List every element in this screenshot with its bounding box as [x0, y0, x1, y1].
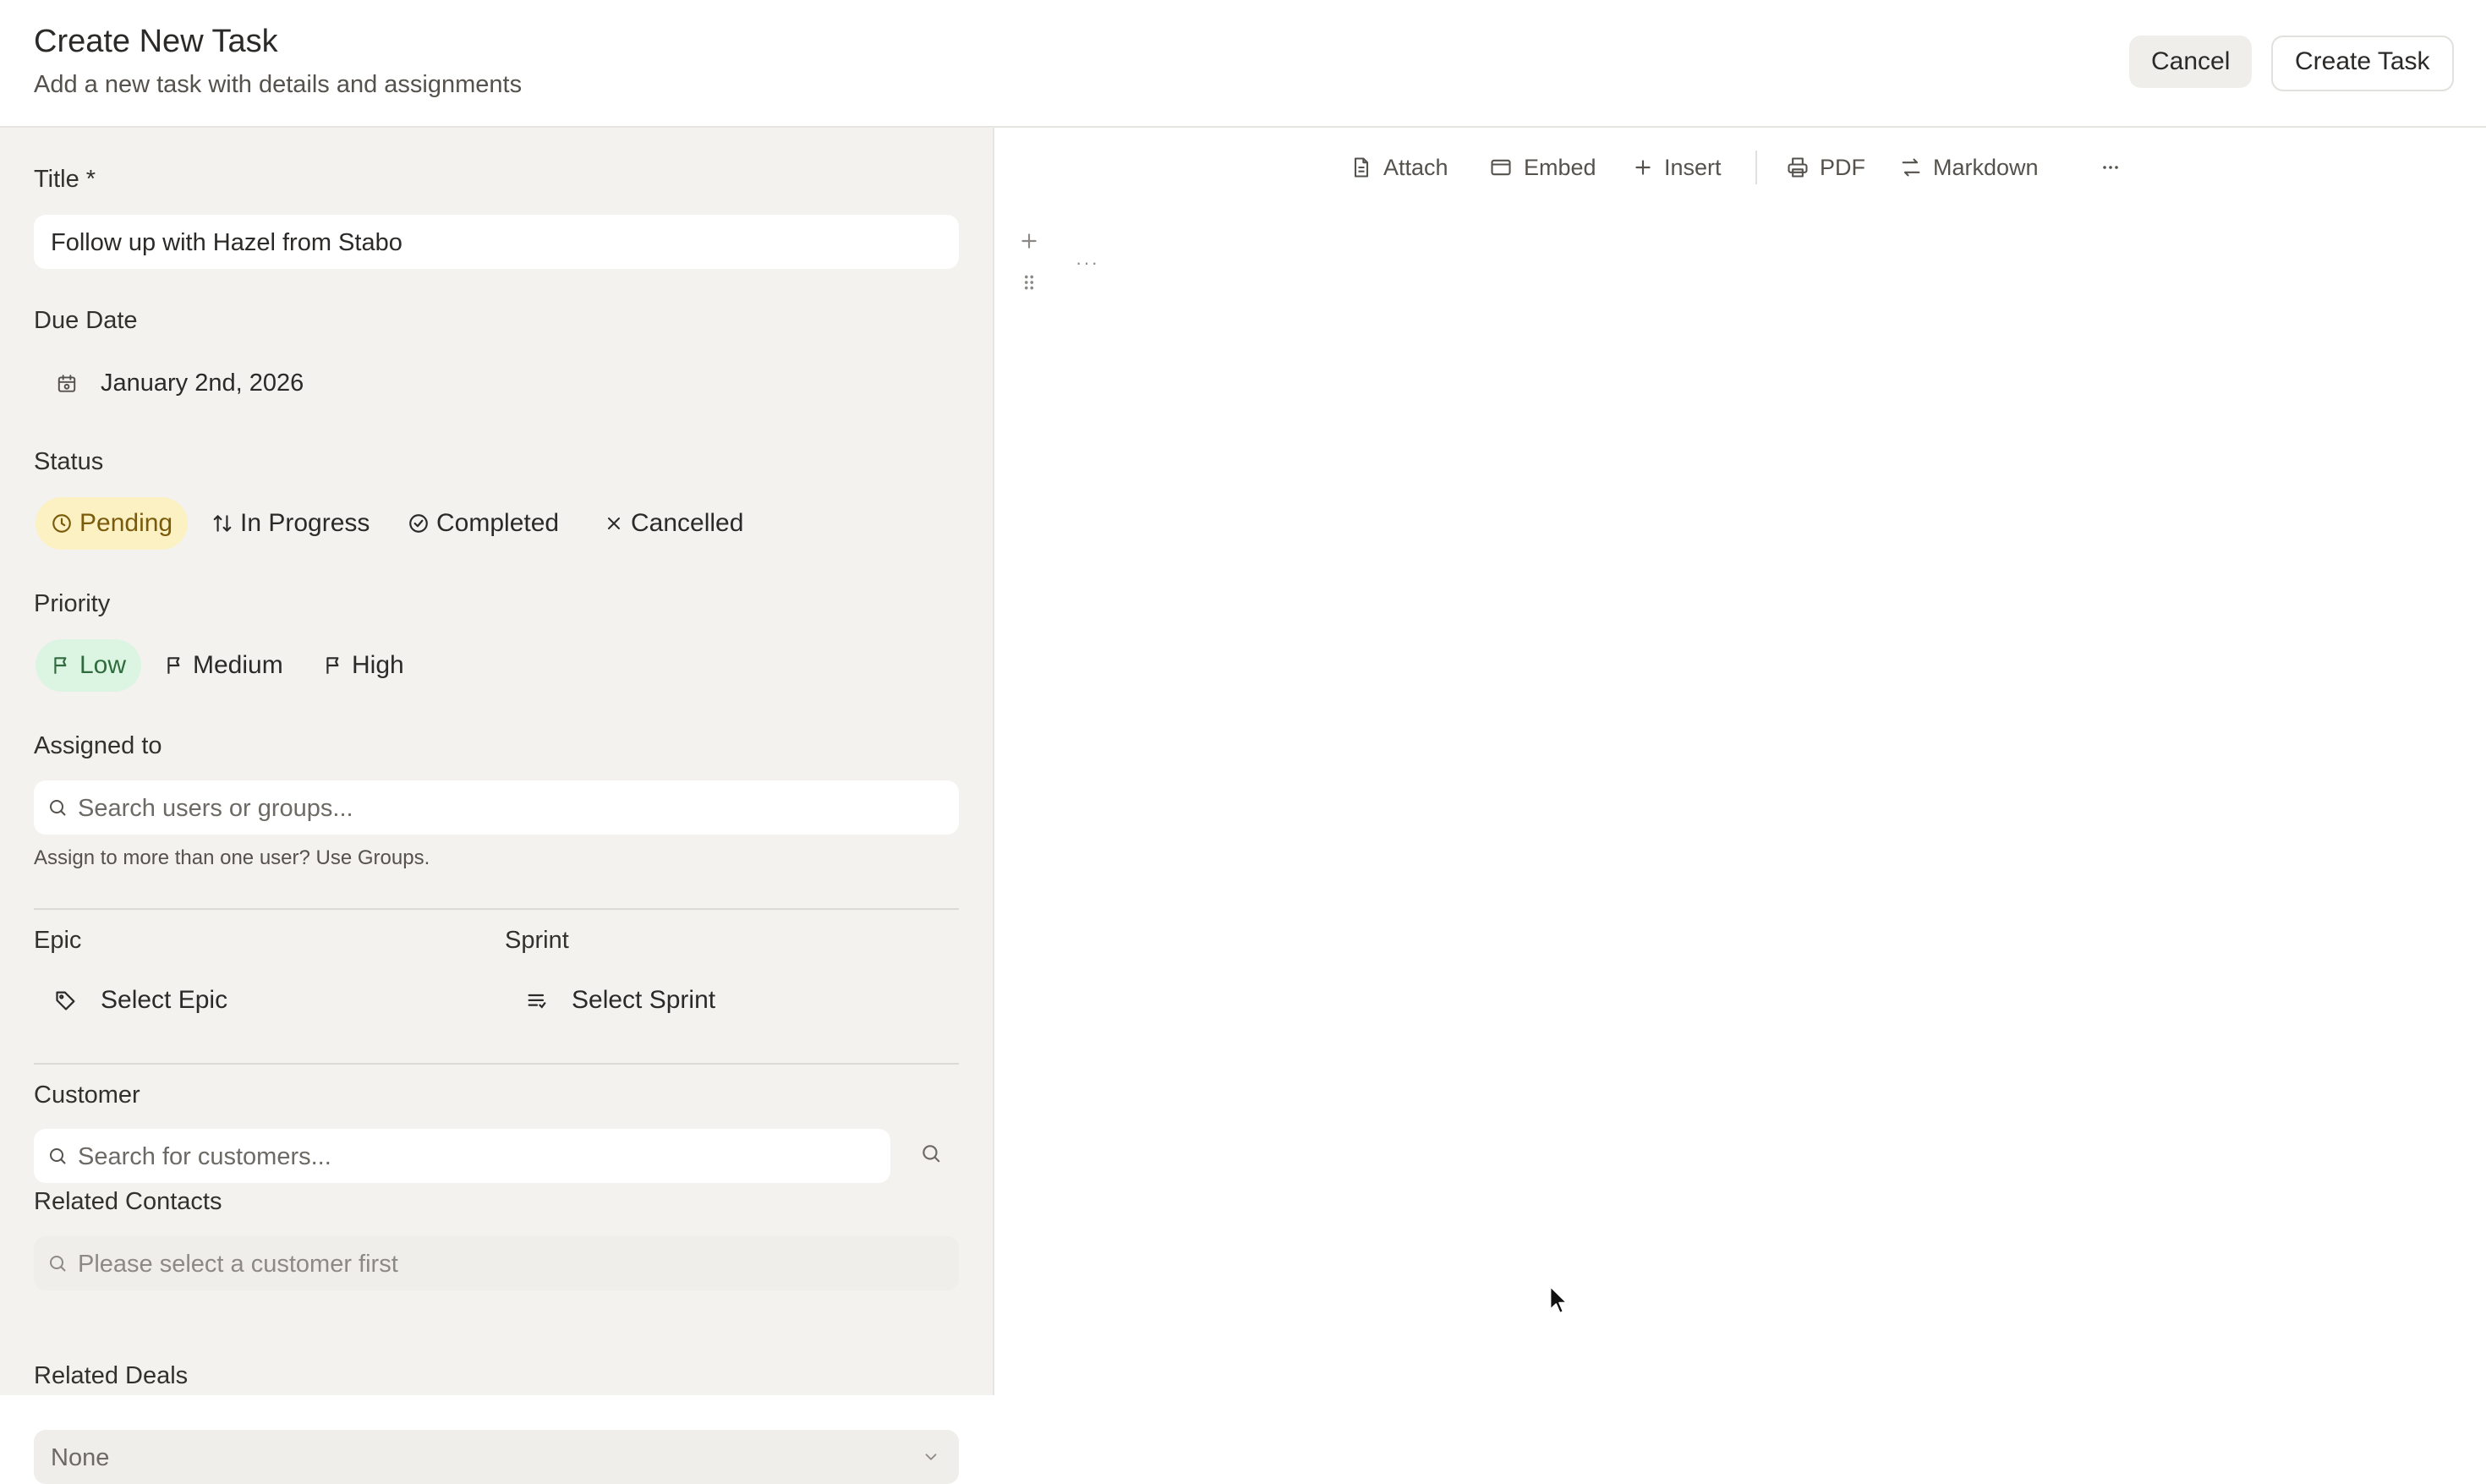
page-header — [0, 0, 2486, 128]
customer-search-placeholder: Search for customers... — [78, 1143, 331, 1170]
priority-option-label: Medium — [193, 651, 283, 679]
list-filter-icon — [525, 989, 549, 1013]
toolbar-insert-label: Insert — [1664, 154, 1722, 180]
due-date-value: January 2nd, 2026 — [101, 370, 304, 397]
title-input[interactable]: Follow up with Hazel from Stabo — [34, 215, 959, 269]
assigned-search-input[interactable]: Search users or groups... — [34, 780, 959, 835]
customer-search-input[interactable]: Search for customers... — [34, 1129, 890, 1183]
chevron-down-icon — [922, 1448, 940, 1466]
priority-option-medium[interactable]: Medium — [149, 639, 298, 692]
more-horizontal-icon — [2100, 157, 2121, 178]
status-option-label: Pending — [79, 509, 173, 537]
title-input-value: Follow up with Hazel from Stabo — [51, 229, 402, 256]
task-form-panel: Title * Follow up with Hazel from Stabo … — [0, 128, 994, 1484]
search-icon — [47, 1146, 68, 1166]
x-icon — [604, 513, 624, 534]
cancel-button[interactable]: Cancel — [2129, 36, 2253, 88]
drag-handle-icon[interactable] — [1018, 271, 1040, 294]
create-task-button[interactable]: Create Task — [2271, 36, 2454, 91]
sprint-select[interactable]: Select Sprint — [505, 973, 945, 1027]
customer-label: Customer — [34, 1082, 140, 1109]
plus-icon — [1632, 156, 1654, 178]
status-option-label: Completed — [436, 509, 560, 537]
clock-icon — [51, 512, 73, 534]
status-option-cancelled[interactable]: Cancelled — [589, 497, 758, 550]
status-option-label: Cancelled — [631, 509, 744, 537]
toolbar-more-button[interactable] — [2100, 151, 2121, 184]
toolbar-markdown-button[interactable]: Markdown — [1899, 151, 2039, 184]
flag-icon — [164, 654, 186, 676]
search-icon — [47, 1253, 68, 1273]
assigned-to-label: Assigned to — [34, 732, 162, 759]
divider — [34, 1063, 959, 1065]
toolbar-markdown-label: Markdown — [1933, 154, 2039, 180]
swap-arrows-icon — [1899, 156, 1923, 179]
add-block-plus-icon[interactable] — [1018, 230, 1040, 252]
toolbar-insert-button[interactable]: Insert — [1632, 151, 1722, 184]
assigned-search-placeholder: Search users or groups... — [78, 795, 353, 822]
toolbar-divider — [1755, 151, 1757, 184]
divider — [34, 908, 959, 910]
status-option-completed[interactable]: Completed — [392, 497, 574, 550]
toolbar-pdf-label: PDF — [1820, 154, 1865, 180]
related-contacts-placeholder: Please select a customer first — [78, 1251, 398, 1278]
due-date-picker[interactable]: January 2nd, 2026 — [34, 356, 372, 410]
sprint-select-value: Select Sprint — [572, 986, 716, 1014]
editor-placeholder-dots: ··· — [1076, 252, 1099, 273]
due-date-label: Due Date — [34, 307, 138, 334]
status-option-pending[interactable]: Pending — [36, 497, 189, 550]
related-contacts-select-value: None — [51, 1444, 110, 1471]
flag-icon — [51, 654, 73, 676]
related-deals-label: Related Deals — [34, 1362, 189, 1389]
priority-label: Priority — [34, 590, 111, 617]
customer-search-button-icon[interactable] — [920, 1142, 942, 1164]
page-subtitle: Add a new task with details and assignme… — [34, 71, 523, 98]
epic-label: Epic — [34, 927, 82, 954]
priority-option-label: Low — [79, 651, 127, 679]
check-circle-icon — [408, 512, 430, 534]
toolbar-attach-button[interactable]: Attach — [1350, 151, 1448, 184]
related-contacts-select[interactable]: None — [34, 1430, 959, 1484]
toolbar-embed-label: Embed — [1524, 154, 1596, 180]
file-icon — [1350, 156, 1373, 179]
flag-icon — [323, 654, 345, 676]
title-label: Title * — [34, 166, 96, 193]
priority-option-low[interactable]: Low — [36, 639, 142, 692]
assigned-hint: Assign to more than one user? Use Groups… — [34, 846, 430, 869]
priority-option-high[interactable]: High — [308, 639, 419, 692]
status-option-in-progress[interactable]: In Progress — [196, 497, 385, 550]
epic-select-value: Select Epic — [101, 986, 228, 1014]
tag-icon — [54, 988, 78, 1012]
page-title: Create New Task — [34, 24, 278, 59]
toolbar-attach-label: Attach — [1383, 154, 1448, 180]
sprint-label: Sprint — [505, 927, 569, 954]
priority-option-label: High — [352, 651, 404, 679]
window-icon — [1488, 156, 1514, 179]
epic-select[interactable]: Select Epic — [34, 973, 474, 1027]
arrows-up-down-icon — [211, 512, 233, 534]
related-contacts-label: Related Contacts — [34, 1188, 222, 1215]
mouse-cursor-icon — [1549, 1285, 1569, 1316]
related-contacts-search-input[interactable]: Please select a customer first — [34, 1236, 959, 1290]
toolbar-pdf-button[interactable]: PDF — [1786, 151, 1865, 184]
calendar-icon — [56, 373, 78, 395]
status-option-label: In Progress — [240, 509, 370, 537]
printer-icon — [1786, 156, 1810, 179]
search-icon — [47, 797, 68, 818]
toolbar-embed-button[interactable]: Embed — [1488, 151, 1596, 184]
status-label: Status — [34, 448, 104, 475]
